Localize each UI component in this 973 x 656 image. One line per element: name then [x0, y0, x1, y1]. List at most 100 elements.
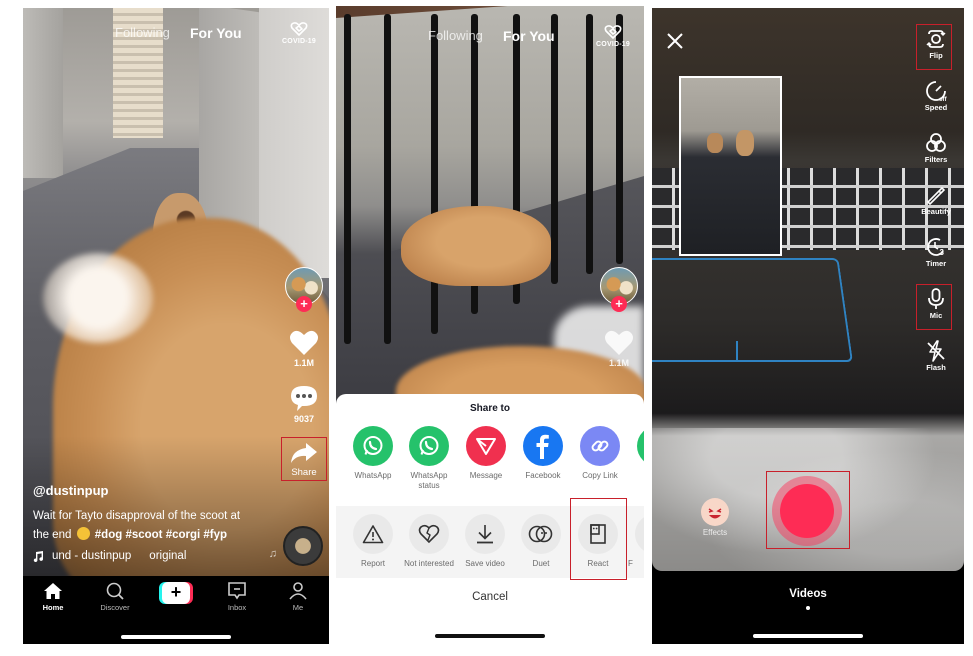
action-report[interactable]: Report	[344, 514, 402, 569]
camera-viewfinder: Flip off Speed Filters Beautify 3 Timer	[652, 8, 964, 571]
tab-for-you[interactable]: For You	[503, 28, 555, 44]
tool-filters[interactable]: Filters	[916, 132, 956, 184]
facebook-icon	[523, 426, 563, 466]
caption-hashtags[interactable]: #dog #scoot #corgi #fyp	[95, 529, 227, 541]
react-highlight-box	[570, 498, 627, 580]
tab-following[interactable]: Following	[428, 28, 483, 43]
close-button[interactable]	[666, 32, 684, 55]
create-button[interactable]: +	[159, 582, 193, 604]
share-arrow-icon	[291, 443, 317, 463]
sound-link[interactable]: und - dustinpup original	[33, 550, 273, 562]
reacted-video-preview[interactable]	[679, 76, 782, 256]
video-frame-baluster	[431, 14, 438, 334]
mode-indicator-dot	[806, 606, 810, 610]
tab-following[interactable]: Following	[115, 25, 170, 40]
timer-icon: 3	[927, 238, 945, 257]
action-favorite[interactable]: F	[626, 514, 644, 569]
sound-disc[interactable]	[283, 526, 323, 566]
tool-beautify[interactable]: Beautify	[916, 184, 956, 236]
video-frame-baluster	[551, 14, 558, 284]
tab-discover[interactable]: Discover	[87, 582, 143, 612]
effects-face-icon	[701, 498, 729, 526]
sound-name: und - dustinpup	[52, 550, 132, 562]
follow-plus-icon[interactable]: +	[296, 296, 312, 312]
heart-icon	[290, 330, 318, 355]
search-icon	[106, 582, 124, 600]
like-count: 1.1M	[293, 358, 314, 368]
video-frame-baluster	[616, 14, 623, 264]
action-save-video[interactable]: Save video	[456, 514, 514, 569]
covid-button[interactable]: COVID-19	[279, 21, 319, 45]
mode-videos-tab[interactable]: Videos	[652, 588, 964, 600]
like-count: 1.1M	[608, 358, 629, 368]
video-caption: @dustinpup Wait for Tayto disapproval of…	[33, 483, 273, 562]
tool-timer-label: Timer	[925, 259, 947, 268]
tab-me-label: Me	[292, 603, 304, 612]
profile-icon	[289, 582, 307, 600]
video-frame-dog	[401, 206, 551, 286]
creator-avatar[interactable]: +	[600, 267, 638, 312]
video-frame-baluster	[586, 14, 593, 274]
share-button[interactable]: Share	[281, 437, 327, 481]
video-frame-baluster	[384, 14, 391, 344]
caption-text: Wait for Tayto disapproval of the scoot …	[33, 507, 273, 545]
tool-speed[interactable]: off Speed	[916, 80, 956, 132]
action-not-interested[interactable]: Not interested	[400, 514, 458, 569]
effects-label: Effects	[702, 528, 728, 537]
share-whatsapp-status-label: WhatsApp status	[410, 471, 448, 490]
laughing-emoji-icon	[76, 527, 90, 540]
share-whatsapp[interactable]: WhatsApp	[344, 426, 402, 481]
share-whatsapp-status[interactable]: WhatsApp status	[400, 426, 458, 491]
action-duet[interactable]: Duet	[512, 514, 570, 569]
camera-frame-trackpad	[652, 258, 853, 362]
flash-off-icon	[927, 340, 945, 362]
record-button[interactable]	[780, 484, 834, 538]
tab-me[interactable]: Me	[270, 582, 326, 612]
tool-flash[interactable]: Flash	[916, 340, 956, 392]
video-frame-tail	[43, 253, 153, 343]
creator-avatar[interactable]: +	[285, 267, 323, 312]
close-icon	[667, 33, 683, 49]
effects-button[interactable]: Effects	[698, 498, 732, 537]
camera-frame-trackpad-mark	[736, 341, 738, 361]
download-icon	[465, 514, 505, 554]
caption-line-2: the end	[33, 529, 72, 541]
share-message-label: Message	[469, 471, 503, 480]
tool-beautify-label: Beautify	[921, 207, 951, 216]
camera-tools: Flip off Speed Filters Beautify 3 Timer	[916, 24, 956, 392]
action-rail: + 1.1M	[597, 267, 641, 368]
tool-mic[interactable]: Mic	[916, 284, 956, 340]
top-nav: Following For You COVID-19	[336, 25, 644, 50]
speed-icon: off	[926, 81, 948, 102]
covid-label: COVID-19	[596, 41, 630, 48]
tool-timer[interactable]: 3 Timer	[916, 236, 956, 288]
comment-button[interactable]: 9037	[282, 384, 326, 424]
share-facebook[interactable]: Facebook	[514, 426, 572, 481]
covid-heart-icon	[604, 25, 622, 39]
like-button[interactable]: 1.1M	[282, 329, 326, 368]
tab-home[interactable]: Home	[25, 582, 81, 612]
share-more[interactable]	[628, 426, 644, 466]
creator-username[interactable]: @dustinpup	[33, 483, 273, 498]
warning-icon	[353, 514, 393, 554]
tab-inbox[interactable]: Inbox	[209, 582, 265, 612]
home-indicator	[753, 634, 863, 638]
video-frame-handrail	[336, 6, 644, 19]
covid-button[interactable]: COVID-19	[593, 24, 633, 48]
action-favorite-label: F	[628, 559, 633, 568]
top-nav: Following For You COVID-19	[23, 22, 329, 47]
share-copy-link[interactable]: Copy Link	[571, 426, 629, 481]
link-icon	[580, 426, 620, 466]
share-message[interactable]: Message	[457, 426, 515, 481]
like-button[interactable]: 1.1M	[597, 329, 641, 368]
follow-plus-icon[interactable]: +	[611, 296, 627, 312]
tab-for-you[interactable]: For You	[190, 25, 242, 41]
tab-discover-label: Discover	[100, 603, 130, 612]
tool-flip[interactable]: Flip	[916, 24, 956, 80]
react-camera-screen: Flip off Speed Filters Beautify 3 Timer	[652, 8, 964, 644]
caption-line-1: Wait for Tayto disapproval of the scoot …	[33, 510, 241, 522]
tool-speed-label: Speed	[924, 103, 948, 112]
share-label: Share	[291, 467, 317, 478]
filters-icon	[926, 133, 946, 152]
cancel-button[interactable]: Cancel	[336, 591, 644, 603]
